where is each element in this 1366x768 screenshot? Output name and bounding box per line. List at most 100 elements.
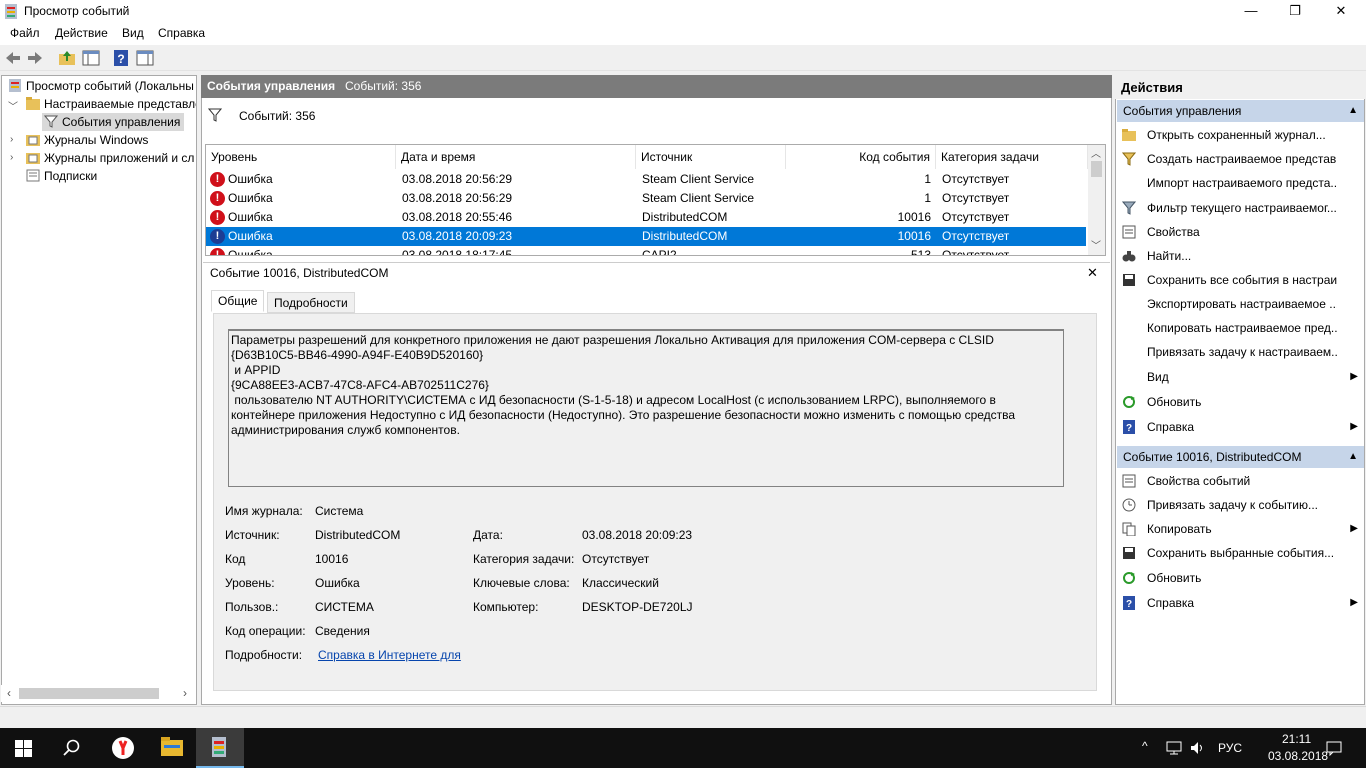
action-item[interactable]: Вид ▶ — [1120, 367, 1360, 387]
submenu-arrow-icon: ▶ — [1350, 421, 1358, 432]
language-indicator[interactable]: РУС — [1218, 741, 1242, 755]
tree-item-root[interactable]: Просмотр событий (Локальны — [8, 77, 196, 95]
action-label: Справка — [1147, 596, 1195, 610]
menu-help[interactable]: Справка — [158, 26, 205, 40]
column-header-event-id[interactable]: Код события — [786, 145, 936, 169]
error-icon: ! — [210, 210, 225, 225]
action-item[interactable]: Привязать задачу к настраиваем... — [1120, 342, 1360, 362]
action-item[interactable]: Сохранить выбранные события... — [1120, 543, 1360, 563]
column-header-source[interactable]: Источник — [636, 145, 786, 169]
help-icon[interactable]: ? — [112, 49, 130, 67]
cell-category: Отсутствует — [942, 191, 1010, 205]
back-icon[interactable] — [4, 49, 22, 67]
table-row[interactable]: ! Ошибка 03.08.2018 20:56:29 Steam Client S… — [206, 170, 1086, 189]
level-value: Ошибка — [315, 576, 360, 590]
action-item[interactable]: Импорт настраиваемого предста... — [1120, 173, 1360, 193]
network-icon[interactable] — [1166, 740, 1182, 756]
table-row[interactable]: ! Ошибка 03.08.2018 18:17:45 CAPI2 513 Отсутс… — [206, 246, 1086, 256]
collapse-icon[interactable]: ▲ — [1348, 100, 1358, 122]
tree-item-subscriptions[interactable]: Подписки — [26, 167, 196, 185]
action-item[interactable]: Обновить — [1120, 568, 1360, 588]
tab-general[interactable]: Общие — [211, 290, 265, 312]
folder-icon — [26, 97, 40, 110]
tab-details[interactable]: Подробности — [267, 292, 355, 313]
notifications-icon[interactable] — [1326, 740, 1342, 756]
yandex-browser-icon[interactable] — [111, 736, 135, 760]
scroll-left-icon[interactable]: ‹ — [7, 686, 11, 700]
tree-item-custom-views[interactable]: Настраиваемые представле — [26, 95, 196, 113]
collapse-icon[interactable]: ▲ — [1348, 446, 1358, 468]
maximize-button[interactable]: ❐ — [1272, 0, 1318, 23]
action-item[interactable]: Сохранить все события в настраи... — [1120, 270, 1360, 290]
filter-create-icon — [1122, 152, 1136, 166]
events-table: Уровень Дата и время Источник Код событи… — [205, 144, 1106, 256]
scroll-thumb[interactable] — [19, 688, 159, 699]
cell-date: 03.08.2018 20:09:23 — [402, 229, 513, 243]
show-hide-action-pane-icon[interactable] — [136, 49, 154, 67]
scroll-thumb[interactable] — [1091, 161, 1102, 177]
scroll-right-icon[interactable]: › — [183, 686, 187, 700]
action-item[interactable]: Обновить — [1120, 392, 1360, 412]
tree-item-label: Подписки — [44, 169, 98, 183]
cell-source: Steam Client Service — [642, 191, 755, 205]
cell-level: Ошибка — [228, 172, 273, 186]
cell-code: 1 — [924, 172, 931, 186]
table-row[interactable]: ! Ошибка 03.08.2018 20:56:29 Steam Client S… — [206, 189, 1086, 208]
clock-time[interactable]: 21:11 — [1282, 732, 1311, 746]
clock-date[interactable]: 03.08.2018 — [1268, 749, 1328, 763]
action-item[interactable]: ? Справка ▶ — [1120, 593, 1360, 613]
volume-icon[interactable] — [1190, 740, 1206, 756]
tree-item-windows-logs[interactable]: Журналы Windows — [26, 131, 196, 149]
action-item[interactable]: Открыть сохраненный журнал... — [1120, 125, 1360, 145]
search-icon[interactable] — [63, 739, 81, 757]
actions-section-event[interactable]: Событие 10016, DistributedCOM ▲ — [1117, 446, 1364, 468]
windows-start-icon[interactable] — [15, 740, 32, 757]
action-item[interactable]: Экспортировать настраиваемое ... — [1120, 294, 1360, 314]
action-item[interactable]: Свойства — [1120, 222, 1360, 242]
cell-source: CAPI2 — [642, 248, 677, 256]
tray-expand-icon[interactable]: ^ — [1142, 739, 1148, 753]
action-item[interactable]: Привязать задачу к событию... — [1120, 495, 1360, 515]
scroll-down-icon[interactable]: ﹀ — [1091, 237, 1101, 252]
section-label: События управления — [1123, 104, 1242, 118]
taskbar-event-viewer-button[interactable] — [196, 728, 244, 768]
scroll-up-icon[interactable]: ︿ — [1091, 145, 1101, 160]
log-name-label: Имя журнала: — [225, 504, 303, 518]
forward-icon[interactable] — [26, 49, 44, 67]
table-row[interactable]: ! Ошибка 03.08.2018 20:09:23 DistributedCOM… — [206, 227, 1086, 246]
action-item[interactable]: Свойства событий — [1120, 471, 1360, 491]
action-item[interactable]: Найти... — [1120, 246, 1360, 266]
column-header-date[interactable]: Дата и время — [396, 145, 636, 169]
action-item[interactable]: Копировать настраиваемое пред... — [1120, 318, 1360, 338]
action-item[interactable]: Копировать ▶ — [1120, 519, 1360, 539]
column-header-task-category[interactable]: Категория задачи — [936, 145, 1088, 169]
menu-view[interactable]: Вид — [122, 26, 144, 40]
chevron-right-icon[interactable]: › — [10, 134, 13, 145]
minimize-button[interactable]: — — [1228, 0, 1274, 23]
horizontal-scrollbar[interactable]: ‹ › — [1, 685, 195, 702]
up-folder-icon[interactable] — [58, 49, 76, 67]
vertical-scrollbar[interactable]: ︿ ﹀ — [1088, 145, 1105, 255]
menu-action[interactable]: Действие — [55, 26, 108, 40]
file-explorer-icon[interactable] — [161, 737, 183, 757]
code-label: Код — [225, 552, 246, 566]
action-item[interactable]: ? Справка ▶ — [1120, 417, 1360, 437]
tree-item-app-logs[interactable]: Журналы приложений и сл — [26, 149, 196, 167]
show-hide-tree-icon[interactable] — [82, 49, 100, 67]
event-message[interactable]: Параметры разрешений для конкретного при… — [228, 329, 1064, 487]
column-header-level[interactable]: Уровень — [206, 145, 396, 169]
filter-icon — [44, 115, 58, 128]
table-row[interactable]: ! Ошибка 03.08.2018 20:55:46 DistributedCOM… — [206, 208, 1086, 227]
cell-date: 03.08.2018 20:56:29 — [402, 191, 513, 205]
source-label: Источник: — [225, 528, 280, 542]
tree-item-admin-events[interactable]: События управления — [42, 113, 184, 131]
close-detail-icon[interactable]: ✕ — [1087, 265, 1098, 281]
action-item[interactable]: Фильтр текущего настраиваемог... — [1120, 198, 1360, 218]
actions-section-admin-events[interactable]: События управления ▲ — [1117, 100, 1364, 122]
chevron-down-icon[interactable]: ﹀ — [8, 98, 18, 113]
action-item[interactable]: Создать настраиваемое представ... — [1120, 149, 1360, 169]
close-button[interactable]: ✕ — [1318, 0, 1364, 23]
chevron-right-icon[interactable]: › — [10, 152, 13, 163]
online-help-link[interactable]: Справка в Интернете для — [318, 648, 461, 662]
menu-file[interactable]: Файл — [10, 26, 40, 40]
